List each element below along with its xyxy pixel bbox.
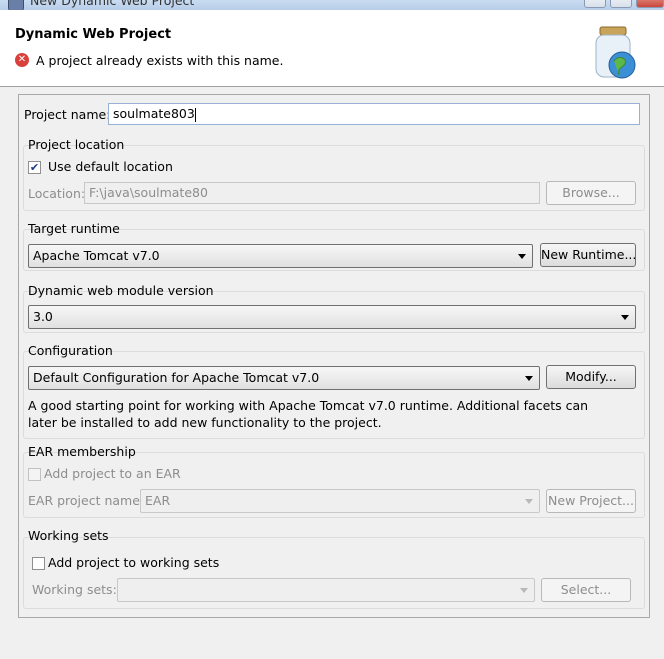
error-message: A project already exists with this name. (36, 53, 284, 68)
ear-project-name-label: EAR project name: (28, 493, 145, 508)
wizard-banner: Dynamic Web Project ✕ A project already … (0, 10, 664, 87)
browse-button[interactable]: Browse... (546, 181, 636, 205)
use-default-location-label: Use default location (48, 159, 173, 174)
working-sets-select[interactable] (117, 578, 535, 602)
working-sets-title: Working sets (28, 528, 109, 543)
chevron-down-icon (525, 376, 533, 381)
wizard-page: Project name: soulmate803 Project locati… (18, 94, 650, 618)
chevron-down-icon (525, 499, 533, 504)
configuration-description: A good starting point for working with A… (28, 398, 589, 430)
location-label: Location: (28, 186, 86, 201)
add-to-ear-checkbox[interactable] (28, 468, 41, 481)
project-name-label: Project name: (24, 107, 111, 122)
working-sets-label: Working sets: (32, 582, 117, 597)
wizard-heading: Dynamic Web Project (15, 27, 172, 42)
select-working-sets-button[interactable]: Select... (541, 578, 631, 602)
chevron-down-icon (621, 315, 629, 320)
new-ear-project-button[interactable]: New Project... (546, 489, 636, 513)
window-title: New Dynamic Web Project (30, 0, 195, 8)
error-icon: ✕ (15, 53, 29, 67)
maximize-button[interactable] (610, 0, 632, 8)
close-button[interactable] (636, 0, 664, 8)
web-project-jar-globe-icon (595, 26, 636, 79)
target-runtime-select[interactable]: Apache Tomcat v7.0 (28, 244, 533, 268)
target-runtime-title: Target runtime (28, 221, 120, 236)
ear-membership-title: EAR membership (28, 444, 136, 459)
module-version-select[interactable]: 3.0 (28, 305, 636, 329)
eclipse-app-icon (8, 0, 24, 10)
chevron-down-icon (520, 588, 528, 593)
add-to-working-sets-label: Add project to working sets (48, 555, 220, 570)
use-default-location-checkbox[interactable]: ✔ (28, 161, 41, 174)
new-runtime-button[interactable]: New Runtime... (540, 243, 636, 267)
module-version-title: Dynamic web module version (28, 283, 214, 298)
minimize-button[interactable] (584, 0, 606, 8)
modify-button[interactable]: Modify... (546, 365, 636, 389)
configuration-select[interactable]: Default Configuration for Apache Tomcat … (28, 366, 540, 390)
project-location-title: Project location (28, 137, 125, 152)
add-to-ear-label: Add project to an EAR (44, 466, 181, 481)
add-to-working-sets-checkbox[interactable] (32, 557, 45, 570)
configuration-title: Configuration (28, 343, 113, 358)
chevron-down-icon (518, 254, 526, 259)
location-input[interactable]: F:\java\soulmate80 (84, 182, 540, 204)
window-titlebar: New Dynamic Web Project (0, 0, 664, 10)
ear-project-name-select[interactable]: EAR (140, 489, 540, 513)
project-name-input[interactable]: soulmate803 (108, 103, 640, 125)
